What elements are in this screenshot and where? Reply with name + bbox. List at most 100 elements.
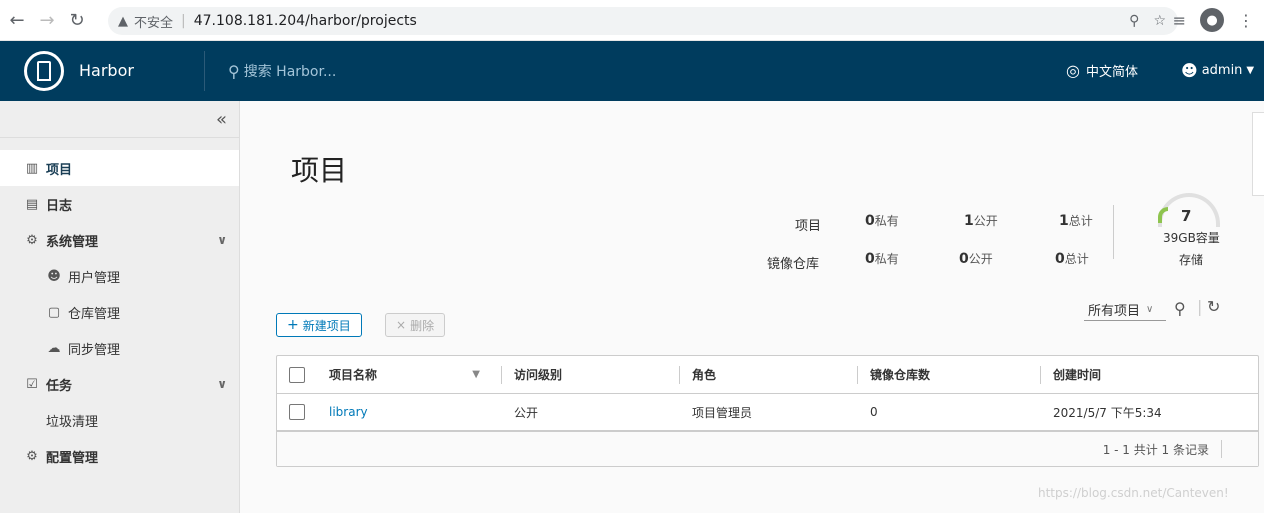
chevron-down-icon: ▼ <box>1246 65 1255 76</box>
sidebar-item-registries[interactable]: ▢ 仓库管理 <box>0 294 239 330</box>
col-role[interactable]: 角色 <box>680 356 858 393</box>
stat-repo-public: 0公开 <box>959 251 993 267</box>
storage-value: 7 <box>1181 207 1192 225</box>
stat-project-public: 1公开 <box>964 213 998 229</box>
brand-title[interactable]: Harbor <box>79 61 134 80</box>
app-header: Harbor ⚲ 搜索 Harbor... ◎ 中文简体 ☻ admin ▼ <box>0 41 1264 101</box>
star-icon[interactable]: ☆ <box>1153 13 1166 29</box>
table-footer: 1 - 1 共计 1 条记录 <box>277 432 1258 466</box>
sidebar-item-label: 日志 <box>46 198 73 214</box>
storage-capacity: 39GB容量 <box>1163 231 1220 245</box>
address-bar[interactable]: ▲ 不安全 | 47.108.181.204/harbor/projects ⚲… <box>108 7 1178 35</box>
stat-repo-label: 镜像仓库 <box>767 257 820 272</box>
sidebar-item-settings[interactable]: ⚙ 配置管理 <box>0 438 239 474</box>
storage-label: 存储 <box>1179 253 1204 267</box>
col-access[interactable]: 访问级别 <box>502 356 680 393</box>
search-icon: ⚲ <box>228 61 240 81</box>
pagination-info: 1 - 1 共计 1 条记录 <box>1102 442 1209 457</box>
menu-icon[interactable]: ⋮ <box>1238 11 1254 30</box>
footer-divider <box>1221 440 1222 458</box>
project-filter-select[interactable]: 所有项目 ∨ <box>1084 299 1166 321</box>
page-title: 项目 <box>291 154 348 187</box>
project-name-link[interactable]: library <box>329 405 368 419</box>
toolbar-divider: | <box>1197 297 1203 316</box>
plus-icon: + <box>287 317 299 333</box>
sidebar-item-projects[interactable]: ▥ 项目 <box>0 150 239 186</box>
playlist-icon[interactable]: ≡ <box>1173 11 1186 30</box>
select-all-checkbox[interactable] <box>289 366 305 383</box>
col-created[interactable]: 创建时间 <box>1041 356 1257 393</box>
sidebar-item-logs[interactable]: ▤ 日志 <box>0 186 239 222</box>
key-icon[interactable]: ⚲ <box>1129 13 1139 29</box>
side-panel-tab[interactable] <box>1252 112 1264 196</box>
sidebar-item-label: 垃圾清理 <box>46 414 99 430</box>
divider: | <box>181 13 186 29</box>
stat-project-label: 项目 <box>795 219 822 234</box>
projects-table: 项目名称 ▼ 访问级别 角色 镜像仓库数 创建时间 library 公开 项目管… <box>276 355 1259 467</box>
close-icon: × <box>396 318 407 332</box>
language-label: 中文简体 <box>1085 65 1138 80</box>
replication-icon: ☁ <box>47 340 61 356</box>
warning-icon: ▲ <box>118 13 128 29</box>
sidebar-item-label: 任务 <box>46 378 73 394</box>
back-icon[interactable]: ← <box>4 7 30 33</box>
sidebar-item-label: 配置管理 <box>46 450 99 466</box>
user-icon: ☻ <box>1181 61 1198 80</box>
user-menu[interactable]: ☻ admin ▼ <box>1181 61 1254 80</box>
reload-icon[interactable]: ↻ <box>64 7 90 33</box>
filter-icon[interactable]: ▼ <box>472 369 480 380</box>
col-name[interactable]: 项目名称 ▼ <box>317 356 502 393</box>
sidebar-item-label: 用户管理 <box>68 270 121 286</box>
refresh-icon[interactable]: ↻ <box>1207 297 1220 316</box>
insecure-label: 不安全 <box>134 15 174 31</box>
admin-icon: ⚙ <box>26 232 38 248</box>
global-search[interactable]: ⚲ 搜索 Harbor... <box>228 61 336 81</box>
stat-repo-private: 0私有 <box>865 251 899 267</box>
username: admin <box>1201 63 1243 78</box>
sidebar-item-label: 仓库管理 <box>68 306 121 322</box>
stats-divider <box>1113 205 1114 259</box>
sidebar-item-replications[interactable]: ☁ 同步管理 <box>0 330 239 366</box>
sidebar-item-label: 项目 <box>46 162 73 178</box>
sidebar-item-admin[interactable]: ⚙ 系统管理 ∨ <box>0 222 239 258</box>
language-switcher[interactable]: ◎ 中文简体 <box>1066 61 1138 80</box>
stat-repo-total: 0总计 <box>1055 251 1089 267</box>
new-project-button[interactable]: + 新建项目 <box>276 313 362 337</box>
tasks-icon: ☑ <box>26 376 38 392</box>
url-text[interactable]: 47.108.181.204/harbor/projects <box>194 13 417 29</box>
main-content: 项目 项目 镜像仓库 0私有 1公开 1总计 0私有 0公开 0总计 7 39G… <box>241 101 1259 513</box>
chevron-down-icon[interactable]: ∨ <box>217 233 227 247</box>
delete-button[interactable]: × 删除 <box>385 313 446 337</box>
harbor-logo-icon[interactable] <box>24 51 64 91</box>
collapse-sidebar-icon[interactable]: « <box>0 101 239 138</box>
users-icon: ☻ <box>47 268 61 284</box>
sidebar-item-users[interactable]: ☻ 用户管理 <box>0 258 239 294</box>
storage-gauge-fill <box>1158 207 1168 223</box>
forward-icon[interactable]: → <box>34 7 60 33</box>
cell-created: 2021/5/7 下午5:34 <box>1053 405 1162 420</box>
table-row: library 公开 项目管理员 0 2021/5/7 下午5:34 <box>277 394 1258 432</box>
table-header: 项目名称 ▼ 访问级别 角色 镜像仓库数 创建时间 <box>277 356 1258 394</box>
sidebar-item-label: 系统管理 <box>46 234 99 250</box>
col-repo-count[interactable]: 镜像仓库数 <box>858 356 1041 393</box>
sidebar-item-gc[interactable]: 垃圾清理 <box>0 402 239 438</box>
projects-icon: ▥ <box>25 160 39 176</box>
sidebar-item-tasks[interactable]: ☑ 任务 ∨ <box>0 366 239 402</box>
chevron-down-icon: ∨ <box>1146 304 1154 315</box>
stat-project-total: 1总计 <box>1059 213 1093 229</box>
cell-access: 公开 <box>514 405 539 420</box>
header-divider <box>204 51 205 91</box>
sidebar-item-label: 同步管理 <box>68 342 121 358</box>
sidebar: « ▥ 项目 ▤ 日志 ⚙ 系统管理 ∨ ☻ 用户管理 ▢ 仓库管理 ☁ 同步管… <box>0 101 240 513</box>
chevron-down-icon[interactable]: ∨ <box>217 377 227 391</box>
profile-icon[interactable]: ● <box>1200 8 1224 32</box>
search-icon[interactable]: ⚲ <box>1174 299 1186 318</box>
browser-toolbar: ← → ↻ ▲ 不安全 | 47.108.181.204/harbor/proj… <box>0 0 1264 41</box>
cell-role: 项目管理员 <box>692 405 753 420</box>
search-input[interactable]: 搜索 Harbor... <box>244 61 337 81</box>
watermark: https://blog.csdn.net/Canteven! <box>1038 486 1229 500</box>
row-checkbox[interactable] <box>289 404 305 420</box>
settings-icon: ⚙ <box>26 448 38 464</box>
stat-project-private: 0私有 <box>865 213 899 229</box>
globe-icon: ◎ <box>1066 61 1080 80</box>
